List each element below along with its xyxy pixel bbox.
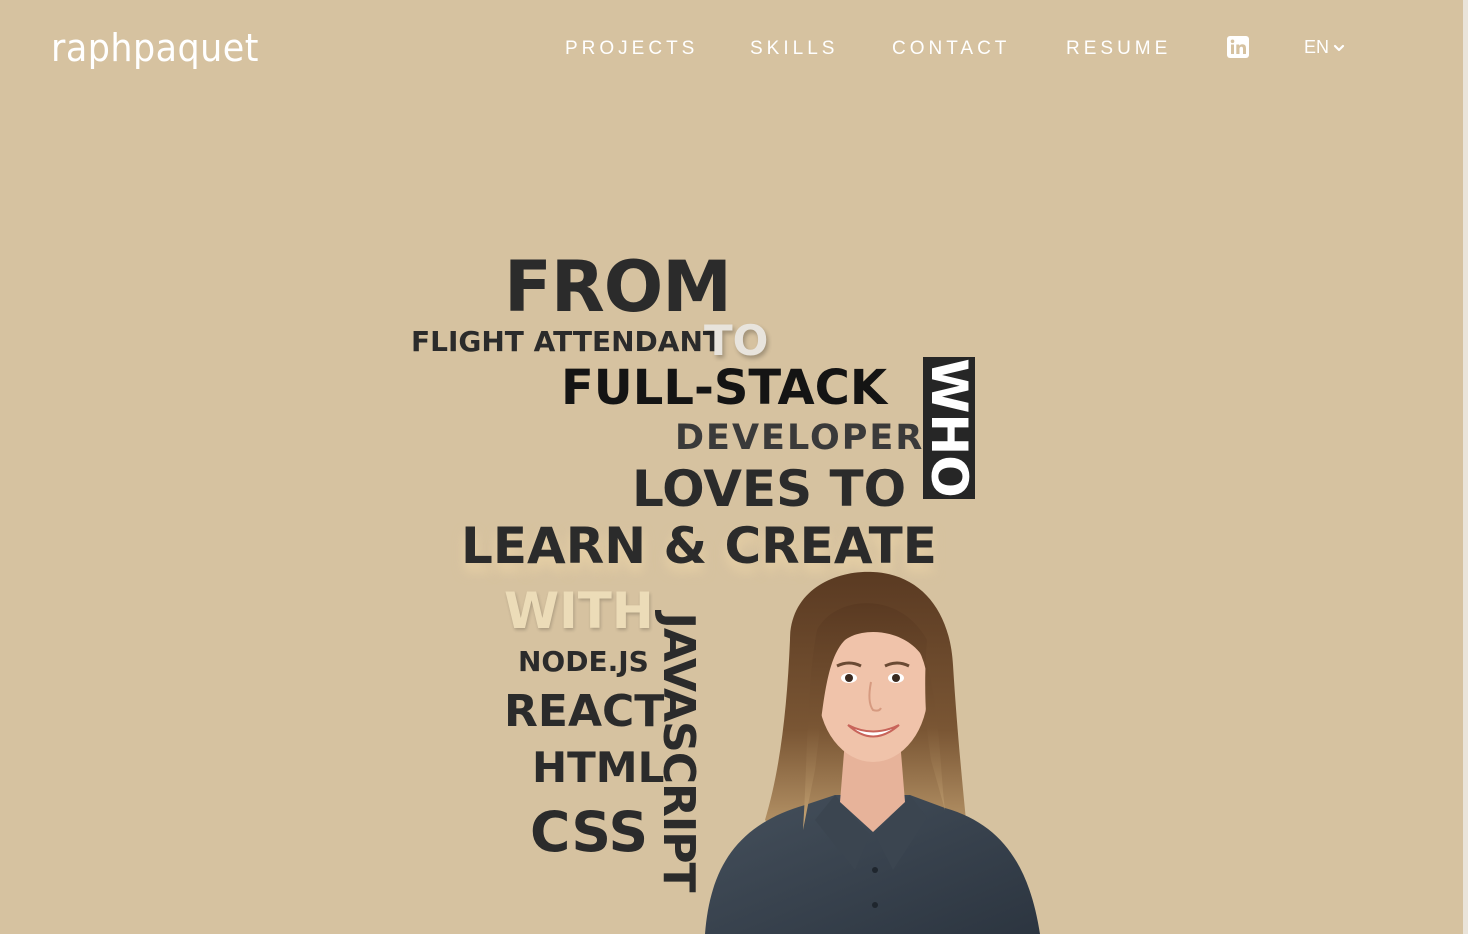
hero-word-from: FROM xyxy=(504,246,732,328)
scrollbar-track[interactable] xyxy=(1463,0,1468,934)
hero-word-developer: DEVELOPER xyxy=(675,418,925,458)
nav-skills-link[interactable]: SKILLS xyxy=(750,38,838,60)
hero-word-css: CSS xyxy=(530,800,649,864)
nav-contact-link[interactable]: CONTACT xyxy=(892,38,1010,60)
linkedin-icon[interactable] xyxy=(1227,36,1249,58)
hero-word-loves-to: LOVES TO xyxy=(632,460,907,518)
language-selector[interactable]: EN xyxy=(1304,37,1345,58)
hero-word-who: WHO xyxy=(920,358,978,498)
hero-word-nodejs: NODE.JS xyxy=(518,645,649,678)
chevron-down-icon xyxy=(1333,44,1345,51)
page: raphpaquet PROJECTS SKILLS CONTACT RESUM… xyxy=(0,0,1468,934)
language-label: EN xyxy=(1304,37,1330,57)
profile-photo xyxy=(705,571,1040,934)
hero-word-to: TO xyxy=(704,316,769,365)
hero-word-react: REACT xyxy=(504,686,665,737)
nav-resume-link[interactable]: RESUME xyxy=(1066,38,1171,60)
hero-word-flight-attendant: FLIGHT ATTENDANT xyxy=(411,325,722,358)
hero-word-html: HTML xyxy=(532,743,665,792)
nav-projects-link[interactable]: PROJECTS xyxy=(565,38,698,60)
hero-word-full-stack: FULL-STACK xyxy=(561,360,888,416)
hero-word-with: WITH xyxy=(504,582,654,640)
site-logo[interactable]: raphpaquet xyxy=(51,26,259,70)
hero-word-javascript: JAVASCRIPT xyxy=(653,612,704,892)
hero-word-learn-create: LEARN & CREATE xyxy=(461,517,937,575)
